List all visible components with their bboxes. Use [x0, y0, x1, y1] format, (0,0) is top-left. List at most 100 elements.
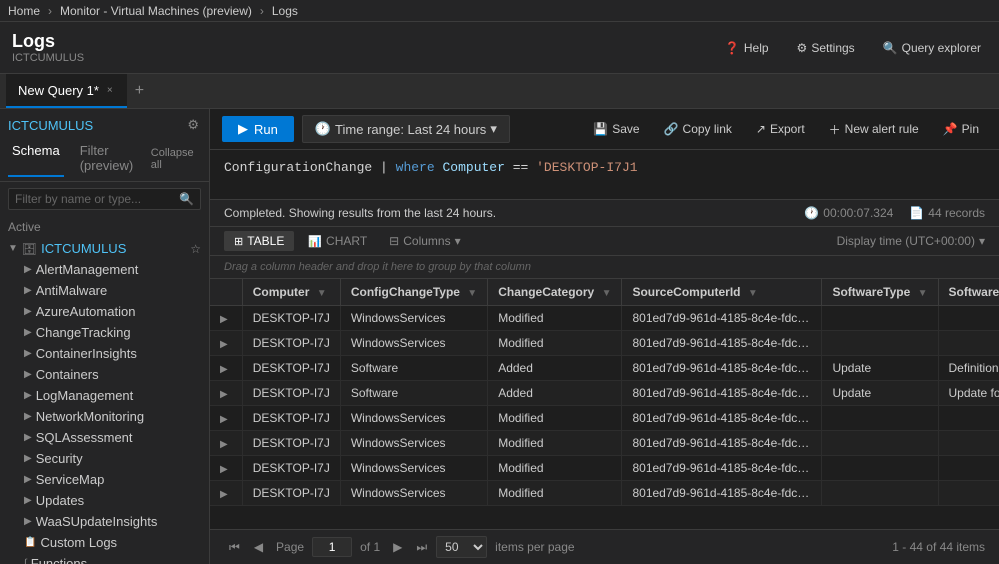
row-softwarename: Definition Update for Windows Defender..…: [938, 356, 999, 381]
query-editor[interactable]: ConfigurationChange | where Computer == …: [210, 150, 999, 200]
tree-item[interactable]: ▶SQLAssessment: [0, 427, 209, 448]
expand-button[interactable]: ▶: [220, 339, 228, 350]
row-expand[interactable]: ▶: [210, 406, 242, 431]
table-row: ▶ DESKTOP-I7J Software Added 801ed7d9-96…: [210, 356, 999, 381]
row-expand[interactable]: ▶: [210, 456, 242, 481]
col-category[interactable]: ChangeCategory ▼: [488, 279, 622, 306]
tree-item-caret: ▶: [24, 348, 32, 359]
expand-button[interactable]: ▶: [220, 439, 228, 450]
tree-workspace-header[interactable]: ▼ 🗄 ICTCUMULUS ☆: [0, 238, 209, 259]
table-icon: ⊞: [234, 235, 243, 248]
settings-label: Settings: [811, 41, 854, 55]
items-per-page-select[interactable]: 50 100 200: [436, 536, 487, 558]
tree-item[interactable]: 📋Custom Logs: [0, 532, 209, 553]
pin-icon: 📌: [943, 122, 958, 136]
row-expand[interactable]: ▶: [210, 381, 242, 406]
row-softwarename: [938, 456, 999, 481]
table-row: ▶ DESKTOP-I7J WindowsServices Modified 8…: [210, 431, 999, 456]
row-expand[interactable]: ▶: [210, 356, 242, 381]
search-icon: 🔍: [179, 192, 194, 206]
tree-item[interactable]: ▶ServiceMap: [0, 469, 209, 490]
row-expand[interactable]: ▶: [210, 481, 242, 506]
new-tab-button[interactable]: +: [127, 78, 152, 104]
copy-link-button[interactable]: 🔗 Copy link: [656, 118, 740, 140]
tab-filter[interactable]: Filter (preview): [76, 141, 151, 177]
row-softwarename: [938, 331, 999, 356]
query-field-computer: Computer: [442, 160, 504, 175]
tree-item[interactable]: ▶AntiMalware: [0, 280, 209, 301]
tree-item[interactable]: ▶ContainerInsights: [0, 343, 209, 364]
expand-button[interactable]: ▶: [220, 464, 228, 475]
display-time-selector[interactable]: Display time (UTC+00:00) ▾: [837, 234, 985, 248]
collapse-all-button[interactable]: Collapse all: [151, 147, 201, 171]
tree-star-icon[interactable]: ☆: [190, 242, 201, 256]
time-range-button[interactable]: 🕐 Time range: Last 24 hours ▾: [302, 115, 510, 143]
expand-button[interactable]: ▶: [220, 364, 228, 375]
sidebar-workspace-link[interactable]: ICTCUMULUS: [8, 118, 93, 133]
tree-item[interactable]: ▶Security: [0, 448, 209, 469]
last-page-button[interactable]: ⏭: [411, 538, 432, 557]
col-computer[interactable]: Computer ▼: [242, 279, 340, 306]
col-softwaretype[interactable]: SoftwareType ▼: [822, 279, 938, 306]
row-computer: DESKTOP-I7J: [242, 331, 340, 356]
expand-button[interactable]: ▶: [220, 314, 228, 325]
expand-button[interactable]: ▶: [220, 414, 228, 425]
settings-button[interactable]: ⚙ Settings: [791, 37, 861, 59]
row-sourceid: 801ed7d9-961d-4185-8c4e-fdc58e390b4b: [622, 431, 822, 456]
tab-close-button[interactable]: ×: [105, 83, 115, 98]
tab-table[interactable]: ⊞ TABLE: [224, 231, 294, 251]
tree-item[interactable]: ▶Updates: [0, 490, 209, 511]
row-computer: DESKTOP-I7J: [242, 356, 340, 381]
col-softwarename[interactable]: SoftwareName: [938, 279, 999, 306]
tree-item-label: Custom Logs: [40, 535, 117, 550]
tab-schema[interactable]: Schema: [8, 141, 64, 177]
tree-item[interactable]: ▶AzureAutomation: [0, 301, 209, 322]
tree-item[interactable]: ▶NetworkMonitoring: [0, 406, 209, 427]
row-sourceid: 801ed7d9-961d-4185-8c4e-fdc58e390b4b: [622, 456, 822, 481]
right-content: ▶ Run 🕐 Time range: Last 24 hours ▾ 💾 Sa…: [210, 109, 999, 564]
tree-item[interactable]: ∫Functions: [0, 553, 209, 564]
tree-item[interactable]: ▶AlertManagement: [0, 259, 209, 280]
query-explorer-button[interactable]: 🔍 Query explorer: [877, 37, 987, 59]
row-expand[interactable]: ▶: [210, 306, 242, 331]
copy-link-label: Copy link: [683, 122, 732, 136]
export-button[interactable]: ↗ Export: [748, 118, 813, 140]
row-expand[interactable]: ▶: [210, 431, 242, 456]
col-changetype[interactable]: ConfigChangeType ▼: [340, 279, 487, 306]
tree-item[interactable]: ▶Containers: [0, 364, 209, 385]
help-button[interactable]: ❓ Help: [719, 37, 775, 59]
chart-tab-label: CHART: [326, 234, 367, 248]
breadcrumb-monitor[interactable]: Monitor - Virtual Machines (preview): [60, 4, 252, 18]
columns-label: Columns: [403, 234, 450, 248]
results-table-wrap[interactable]: Computer ▼ ConfigChangeType ▼ ChangeCate…: [210, 279, 999, 529]
prev-page-button[interactable]: ◀: [249, 538, 268, 556]
row-expand[interactable]: ▶: [210, 331, 242, 356]
sidebar-settings-icon[interactable]: ⚙: [185, 115, 201, 135]
breadcrumb-home[interactable]: Home: [8, 4, 40, 18]
new-alert-button[interactable]: ＋ New alert rule: [821, 117, 927, 142]
query-operator: ==: [513, 160, 536, 175]
sidebar-tree: ▼ 🗄 ICTCUMULUS ☆ ▶AlertManagement▶AntiMa…: [0, 238, 209, 564]
columns-button[interactable]: ⊟ Columns ▾: [381, 232, 468, 250]
row-category: Modified: [488, 481, 622, 506]
run-button[interactable]: ▶ Run: [222, 116, 294, 142]
tab-chart[interactable]: 📊 CHART: [298, 231, 377, 251]
next-page-button[interactable]: ▶: [388, 538, 407, 556]
expand-button[interactable]: ▶: [220, 489, 228, 500]
tree-item[interactable]: ▶ChangeTracking: [0, 322, 209, 343]
row-computer: DESKTOP-I7J: [242, 431, 340, 456]
tab-new-query[interactable]: New Query 1* ×: [6, 74, 127, 108]
save-label: Save: [612, 122, 639, 136]
page-number-input[interactable]: [312, 537, 352, 557]
tree-item[interactable]: ▶WaaSUpdateInsights: [0, 511, 209, 532]
query-value: 'DESKTOP-I7J1: [536, 160, 637, 175]
save-button[interactable]: 💾 Save: [585, 118, 647, 140]
first-page-button[interactable]: ⏮: [224, 538, 245, 557]
filter-input[interactable]: [15, 192, 175, 206]
pin-button[interactable]: 📌 Pin: [935, 118, 987, 140]
row-sourceid: 801ed7d9-961d-4185-8c4e-fdc58e390b4b: [622, 306, 822, 331]
tree-item-caret: ▶: [24, 327, 32, 338]
tree-item[interactable]: ▶LogManagement: [0, 385, 209, 406]
expand-button[interactable]: ▶: [220, 389, 228, 400]
col-sourceid[interactable]: SourceComputerId ▼: [622, 279, 822, 306]
